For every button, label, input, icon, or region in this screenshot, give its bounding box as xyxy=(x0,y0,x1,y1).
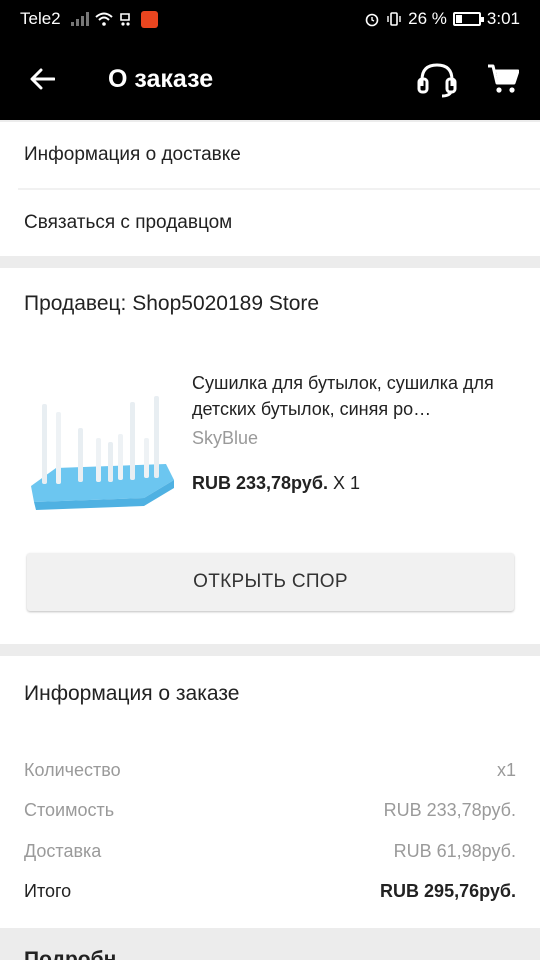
seller-title[interactable]: Продавец: Shop5020189 Store xyxy=(24,292,319,316)
total-row: Итого RUB 295,76руб. xyxy=(24,881,516,902)
carrier-label: Tele2 xyxy=(20,9,61,28)
wifi-icon xyxy=(94,12,113,26)
row-value: x1 xyxy=(496,760,516,780)
order-info-title: Информация о заказе xyxy=(24,682,240,705)
status-bar: Tele2 26 % 3:01 xyxy=(0,0,540,38)
order-actions-list: Информация о доставке Связаться с продав… xyxy=(0,122,540,256)
order-info-card: Информация о заказе Количество x1 Стоимо… xyxy=(0,656,540,928)
product-variant: SkyBlue xyxy=(192,428,259,448)
product-name: Сушилка для бутылок, сушилка для детских… xyxy=(192,373,494,419)
page-title: О заказе xyxy=(108,64,214,93)
shipping-row: Доставка RUB 61,98руб. xyxy=(24,841,516,862)
product-image[interactable] xyxy=(26,368,176,518)
clock: 3:01 xyxy=(486,9,520,28)
support-button[interactable] xyxy=(404,38,470,120)
row-value: RUB 61,98руб. xyxy=(393,841,516,861)
app-bar: О заказе xyxy=(0,38,540,120)
product-price-line: RUB 233,78руб. X 1 xyxy=(192,473,522,494)
row-label: Доставка xyxy=(24,841,102,861)
back-button[interactable] xyxy=(0,38,84,120)
stroller-icon xyxy=(119,13,130,26)
headset-icon xyxy=(417,63,457,98)
contact-seller-item[interactable]: Связаться с продавцом xyxy=(0,190,540,256)
product-drying-rack xyxy=(31,396,174,510)
row-label: Итого xyxy=(24,881,72,901)
product-price: RUB 233,78руб. xyxy=(192,473,328,493)
row-value: RUB 295,76руб. xyxy=(380,881,516,901)
row-label: Стоимость xyxy=(24,800,115,820)
product-info[interactable]: Сушилка для бутылок, сушилка для детских… xyxy=(192,370,522,494)
open-dispute-button[interactable]: ОТКРЫТЬ СПОР xyxy=(27,553,514,611)
cart-icon xyxy=(488,64,519,93)
cost-row: Стоимость RUB 233,78руб. xyxy=(24,800,516,821)
signal-icon xyxy=(70,12,89,26)
seller-card: Продавец: Shop5020189 Store Сушилка для … xyxy=(0,268,540,644)
cart-button[interactable] xyxy=(470,38,536,120)
battery-percent: 26 % xyxy=(408,9,447,28)
row-value: RUB 233,78руб. xyxy=(383,800,516,820)
row-label: Количество xyxy=(24,760,121,780)
alarm-icon xyxy=(365,13,379,27)
battery-icon xyxy=(452,12,484,26)
delivery-info-item[interactable]: Информация о доставке xyxy=(0,122,540,188)
quantity-row: Количество x1 xyxy=(24,760,516,781)
back-arrow-icon xyxy=(30,68,55,90)
next-section-heading: Подробн xyxy=(24,948,117,960)
vibrate-icon xyxy=(387,12,401,26)
product-quantity: X 1 xyxy=(327,473,360,493)
aliexpress-notification-icon xyxy=(140,10,158,28)
